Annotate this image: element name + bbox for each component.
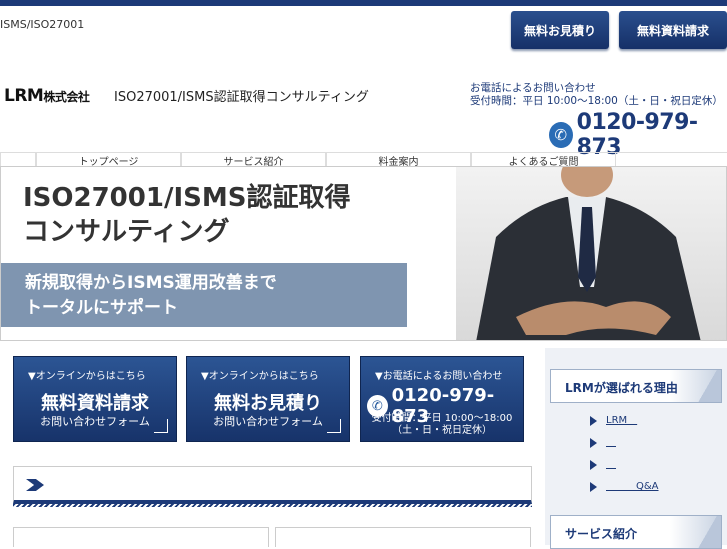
corner-arrow-icon [154, 419, 168, 433]
logo-sub: 株式会社 [43, 90, 90, 104]
contact-line-2: 受付時間：平日 10:00〜18:00（土・日・祝日定休） [470, 95, 723, 107]
hero-band: 新規取得からISMS運用改善まで トータルにサポート [1, 263, 407, 327]
cta-phone-label: ▼お電話によるお問い合わせ [375, 371, 503, 382]
section-stripe [13, 504, 532, 507]
cta-free-estimate[interactable]: ▼オンラインからはこちら 無料お見積り お問い合わせフォーム [186, 356, 350, 442]
content-box-right [275, 527, 531, 547]
sidebar-heading-reasons[interactable]: LRMが選ばれる理由 [550, 369, 722, 403]
cta-form-label: お問い合わせフォーム [40, 415, 150, 428]
corner-arrow-icon [327, 419, 341, 433]
header-tagline: ISMS/ISO27001 [0, 18, 85, 31]
free-docs-button[interactable]: 無料資料請求 [619, 11, 727, 49]
cta-free-docs[interactable]: ▼オンラインからはこちら 無料資料請求 お問い合わせフォーム [13, 356, 177, 442]
double-chevron-icon [26, 479, 44, 491]
list-item[interactable] [590, 458, 659, 480]
cta-online-label: ▼オンラインからはこちら [28, 371, 146, 382]
list-item-label: LRM [606, 415, 638, 426]
sidebar-heading-label: LRMが選ばれる理由 [565, 381, 678, 395]
cta-estimate-title: 無料お見積り [214, 393, 322, 414]
hero-banner: ISO27001/ISMS認証取得 コンサルティング 新規取得からISMS運用改… [0, 166, 727, 341]
heading-corner-decoration [693, 370, 721, 402]
list-item-label [606, 437, 616, 448]
cta-form-label: お問い合わせフォーム [213, 415, 323, 428]
sidebar-reason-list: LRM Q&A [590, 414, 659, 502]
hero-band-line-1: 新規取得からISMS運用改善まで [25, 273, 277, 293]
cta-hours: 受付時間：平日 10:00〜18:00 （土・日・祝日定休） [361, 413, 523, 437]
hero-band-line-2: トータルにサポート [25, 298, 178, 318]
free-estimate-button[interactable]: 無料お見積り [511, 11, 609, 49]
phone-icon: ✆ [549, 122, 573, 148]
content-box-left [13, 527, 269, 547]
contact-line-1: お電話によるお問い合わせ [470, 82, 596, 94]
logo-main: LRM [4, 86, 44, 106]
site-title: ISO27001/ISMS認証取得コンサルティング [114, 90, 369, 105]
section-heading [13, 466, 532, 504]
list-item[interactable] [590, 436, 659, 458]
cta-docs-title: 無料資料請求 [41, 393, 149, 414]
list-item[interactable]: Q&A [590, 480, 659, 502]
cta-phone[interactable]: ▼お電話によるお問い合わせ ✆ 0120-979-873 受付時間：平日 10:… [360, 356, 524, 442]
company-logo[interactable]: LRM株式会社 [4, 86, 90, 106]
hero-title-line-1: ISO27001/ISMS認証取得 [23, 183, 351, 213]
heading-corner-decoration [693, 516, 721, 548]
list-item-label: Q&A [606, 481, 659, 492]
top-accent-bar [0, 0, 727, 6]
header-contact: お電話によるお問い合わせ 受付時間：平日 10:00〜18:00（土・日・祝日定… [470, 82, 723, 108]
cta-hours-line-2: （土・日・祝日定休） [392, 425, 492, 436]
cta-online-label: ▼オンラインからはこちら [201, 371, 319, 382]
list-item-label [606, 459, 616, 470]
hero-title-line-2: コンサルティング [23, 217, 230, 247]
businessman-image [456, 167, 726, 340]
hero-title: ISO27001/ISMS認証取得 コンサルティング [23, 181, 350, 249]
sidebar-heading-label: サービス紹介 [565, 527, 638, 541]
cta-hours-line-1: 受付時間：平日 10:00〜18:00 [371, 413, 513, 424]
list-item[interactable]: LRM [590, 414, 659, 436]
sidebar-heading-services[interactable]: サービス紹介 [550, 515, 722, 549]
